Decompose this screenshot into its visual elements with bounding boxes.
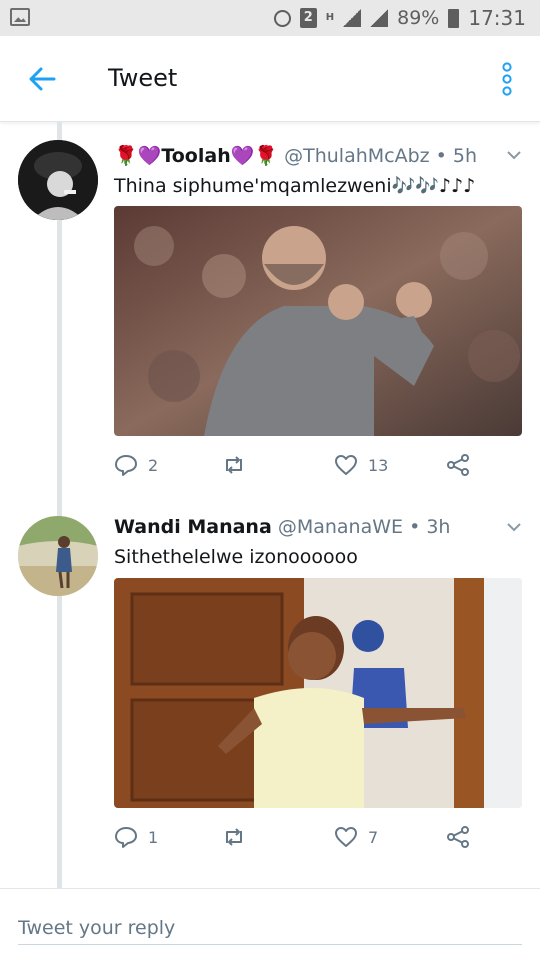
battery-percentage: 89%: [397, 7, 440, 29]
tweet-text: Thina siphume'mqamlezweni🎶🎶♪♪♪: [114, 175, 476, 197]
gallery-notification-icon: [10, 8, 30, 26]
tweet-text: Sithethelelwe izonoooooo: [114, 546, 358, 568]
like-count: 7: [368, 827, 379, 847]
retweet-arrows-icon: [226, 828, 242, 846]
tweet-media-image[interactable]: [114, 578, 522, 808]
user-handle[interactable]: @MananaWE: [278, 516, 403, 538]
tweet-item[interactable]: 🌹💜Toolah💜🌹 @ThulahMcAbz • 5h Thina siphu…: [0, 122, 540, 502]
vertical-dots-icon[interactable]: [502, 62, 512, 96]
reply-count: 1: [148, 827, 159, 847]
app-header: Tweet: [0, 36, 540, 122]
tweet-header: 🌹💜Toolah💜🌹 @ThulahMcAbz • 5h: [114, 144, 492, 167]
heart-icon: [335, 455, 357, 475]
reply-count: 2: [148, 455, 159, 475]
display-name[interactable]: 🌹💜Toolah💜🌹: [114, 145, 278, 167]
retweet-button[interactable]: [222, 450, 246, 480]
reply-input[interactable]: [18, 911, 522, 945]
heart-icon: [335, 827, 357, 847]
share-nodes-icon: [447, 826, 469, 848]
battery-icon: [448, 8, 460, 28]
status-bar: 2 H 89% 17:31: [0, 0, 540, 36]
tweet-time: • 5h: [435, 145, 478, 167]
display-name[interactable]: Wandi Manana: [114, 516, 272, 538]
avatar[interactable]: [18, 516, 98, 596]
tweet-item[interactable]: Wandi Manana @MananaWE • 3h Sithethelelw…: [0, 502, 540, 882]
signal-icon-secondary: [370, 9, 389, 27]
network-type-label: H: [325, 12, 335, 23]
signal-icon: [343, 9, 362, 27]
tweet-header: Wandi Manana @MananaWE • 3h: [114, 516, 492, 538]
chevron-down-icon[interactable]: [506, 150, 522, 160]
chevron-down-icon[interactable]: [506, 522, 522, 532]
user-handle[interactable]: @ThulahMcAbz: [284, 145, 430, 167]
status-time: 17:31: [468, 6, 526, 30]
reply-button[interactable]: 1: [114, 822, 158, 852]
retweet-button[interactable]: [222, 822, 246, 852]
tweet-actions: 2 13: [114, 450, 474, 480]
reply-composer: [0, 888, 540, 960]
alarm-icon: [273, 9, 291, 27]
speech-bubble-icon: [115, 455, 137, 476]
status-icons: 2 H 89% 17:31: [273, 0, 526, 36]
like-button[interactable]: 7: [334, 822, 378, 852]
retweet-arrows-icon: [226, 456, 242, 474]
arrow-left-icon[interactable]: [28, 65, 56, 93]
sim-indicator: 2: [299, 8, 317, 28]
speech-bubble-icon: [115, 827, 137, 848]
reply-button[interactable]: 2: [114, 450, 158, 480]
tweet-media-image[interactable]: [114, 206, 522, 436]
avatar[interactable]: [18, 140, 98, 220]
share-nodes-icon: [447, 454, 469, 476]
tweet-time: • 3h: [409, 516, 451, 538]
share-button[interactable]: [446, 822, 470, 852]
share-button[interactable]: [446, 450, 470, 480]
like-button[interactable]: 13: [334, 450, 388, 480]
tweet-actions: 1 7: [114, 822, 474, 852]
like-count: 13: [368, 455, 389, 475]
page-title: Tweet: [108, 64, 178, 92]
